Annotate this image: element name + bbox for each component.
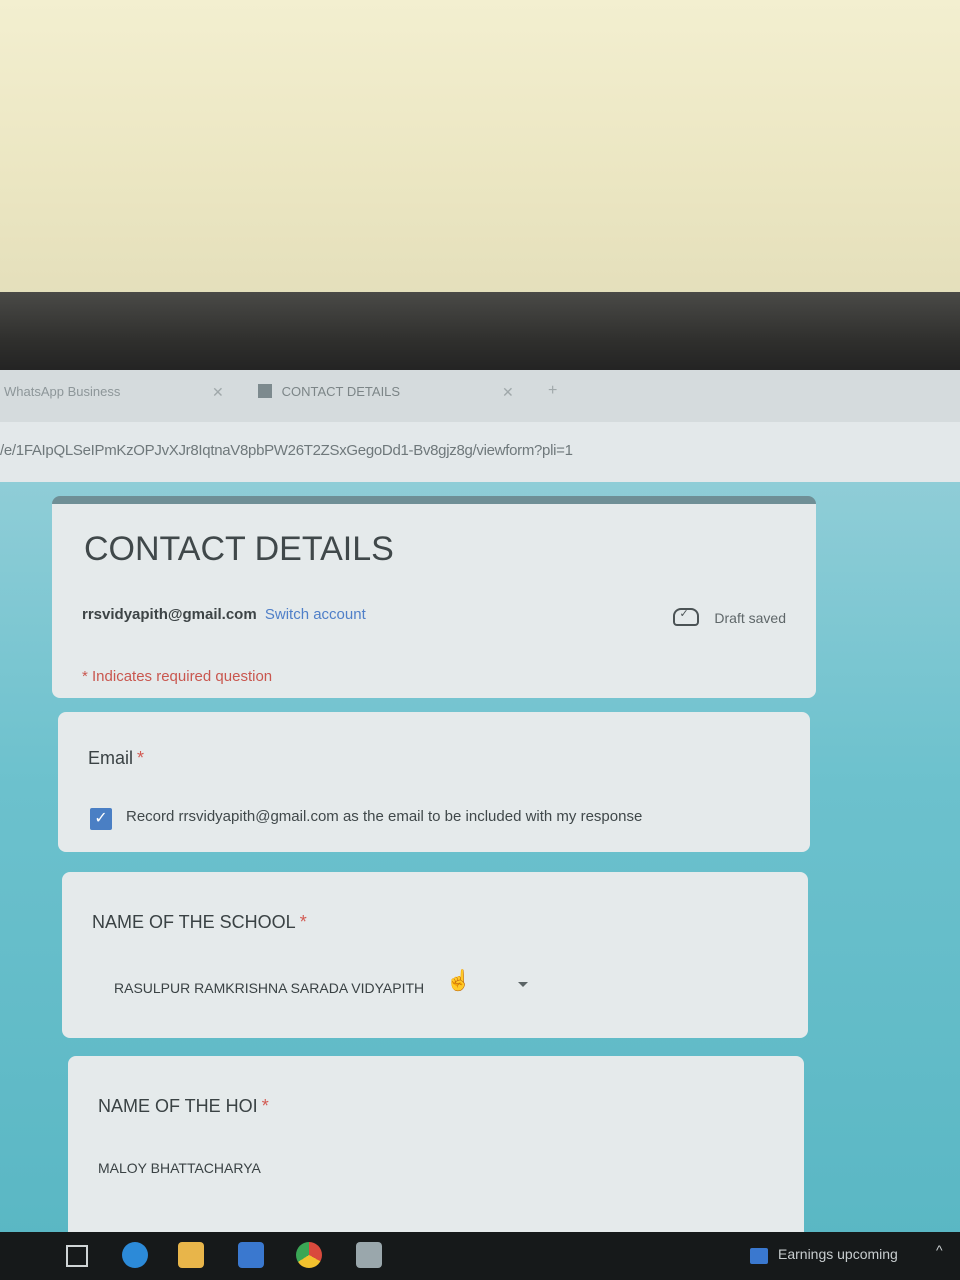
- url-text[interactable]: /e/1FAIpQLSeIPmKzOPJvXJr8IqtnaV8pbPW26T2…: [0, 442, 573, 459]
- edge-icon[interactable]: [122, 1242, 148, 1268]
- tab-whatsapp-business[interactable]: WhatsApp Business: [4, 384, 120, 399]
- question-title-text: NAME OF THE SCHOOL: [92, 912, 296, 932]
- browser-tab-bar: WhatsApp Business ✕ CONTACT DETAILS ✕ +: [0, 370, 960, 422]
- record-email-label[interactable]: Record rrsvidyapith@gmail.com as the ema…: [126, 808, 642, 825]
- required-note: * Indicates required question: [82, 668, 273, 685]
- monitor-screen: WhatsApp Business ✕ CONTACT DETAILS ✕ + …: [0, 370, 960, 1280]
- tab-contact-details[interactable]: CONTACT DETAILS: [258, 384, 400, 399]
- hoi-answer-input[interactable]: MALOY BHATTACHARYA: [98, 1160, 261, 1176]
- account-email: rrsvidyapith@gmail.com: [82, 606, 257, 623]
- tab-label: WhatsApp Business: [4, 384, 121, 399]
- task-view-icon[interactable]: [66, 1245, 88, 1267]
- windows-taskbar: Earnings upcoming ^: [0, 1232, 960, 1280]
- new-tab-icon[interactable]: +: [548, 382, 557, 400]
- news-icon[interactable]: [750, 1248, 768, 1264]
- forms-favicon-icon: [258, 384, 272, 398]
- paint-icon[interactable]: [356, 1242, 382, 1268]
- school-dropdown[interactable]: RASULPUR RAMKRISHNA SARADA VIDYAPITH: [114, 980, 424, 996]
- draft-status-label: Draft saved: [714, 610, 786, 626]
- hand-cursor-icon: ☝: [446, 970, 471, 992]
- question-title: Email *: [88, 748, 144, 769]
- form-header-card: CONTACT DETAILS rrsvidyapith@gmail.com S…: [52, 496, 816, 698]
- chrome-icon[interactable]: [296, 1242, 322, 1268]
- mail-icon[interactable]: [238, 1242, 264, 1268]
- required-mark: *: [261, 1096, 269, 1116]
- form-title: CONTACT DETAILS: [84, 530, 394, 568]
- address-bar[interactable]: /e/1FAIpQLSeIPmKzOPJvXJr8IqtnaV8pbPW26T2…: [0, 422, 960, 482]
- tab-label: CONTACT DETAILS: [281, 384, 401, 399]
- question-card-hoi: NAME OF THE HOI * MALOY BHATTACHARYA: [68, 1056, 804, 1246]
- account-row: rrsvidyapith@gmail.com Switch account: [82, 606, 366, 623]
- required-mark: *: [299, 912, 307, 932]
- draft-status: Draft saved: [672, 607, 786, 626]
- question-title-text: Email: [88, 748, 134, 768]
- switch-account-link[interactable]: Switch account: [265, 606, 366, 623]
- monitor-bezel: [0, 292, 960, 374]
- question-title: NAME OF THE SCHOOL *: [92, 912, 307, 933]
- record-email-checkbox[interactable]: ✓: [90, 808, 112, 830]
- question-card-school: NAME OF THE SCHOOL * RASULPUR RAMKRISHNA …: [62, 872, 808, 1038]
- cloud-saved-icon: [672, 607, 699, 626]
- form-page: CONTACT DETAILS rrsvidyapith@gmail.com S…: [0, 482, 960, 1246]
- dropdown-arrow-icon[interactable]: [518, 982, 528, 987]
- close-tab-icon[interactable]: ✕: [212, 384, 224, 401]
- required-mark: *: [137, 748, 145, 768]
- news-widget-text[interactable]: Earnings upcoming: [778, 1246, 898, 1262]
- file-explorer-icon[interactable]: [178, 1242, 204, 1268]
- question-title: NAME OF THE HOI *: [98, 1096, 269, 1117]
- chevron-up-icon[interactable]: ^: [936, 1242, 943, 1258]
- wall-background: [0, 0, 960, 300]
- question-title-text: NAME OF THE HOI: [98, 1096, 258, 1116]
- close-tab-icon[interactable]: ✕: [502, 384, 514, 401]
- question-card-email: Email * ✓ Record rrsvidyapith@gmail.com a…: [58, 712, 810, 852]
